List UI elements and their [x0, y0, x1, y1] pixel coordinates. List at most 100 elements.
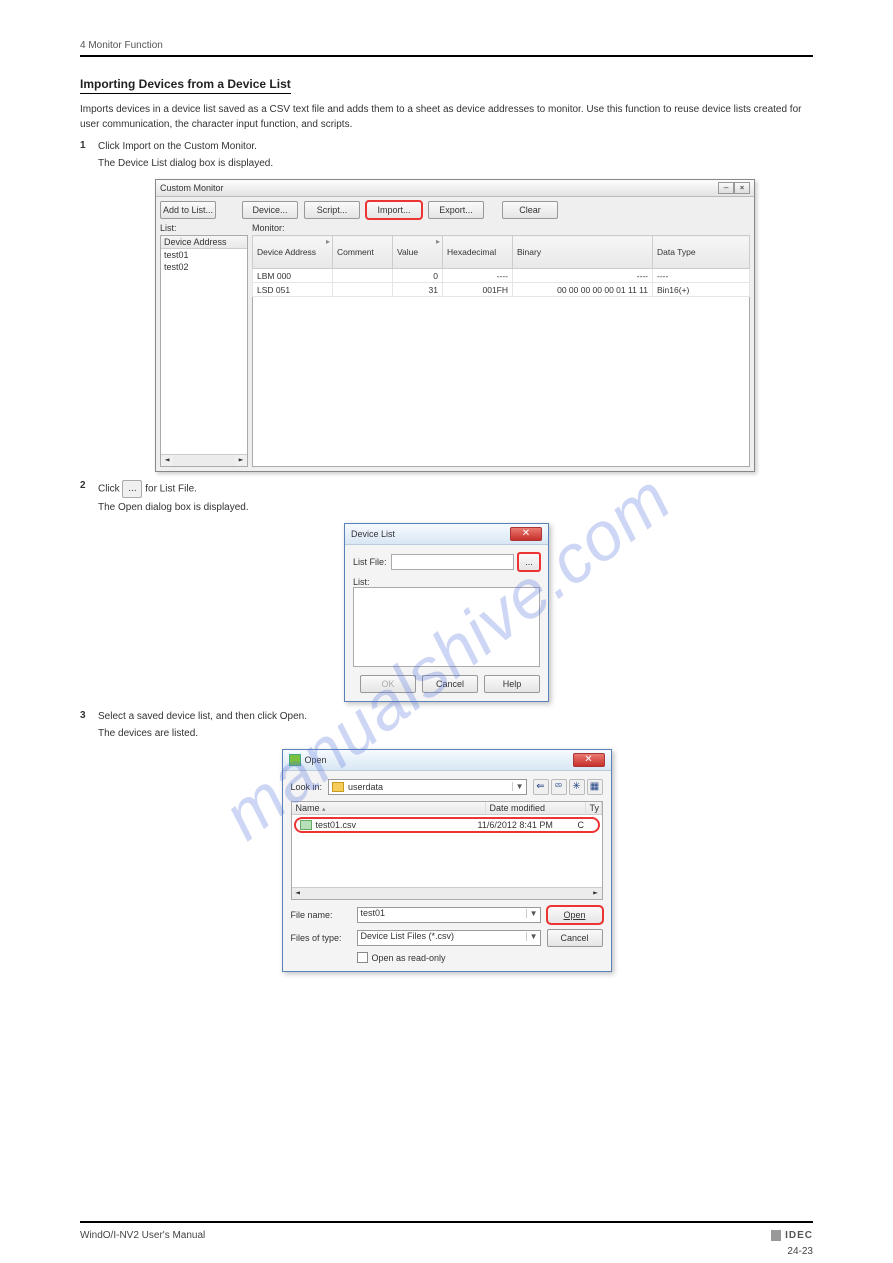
col-name[interactable]: Name ▴	[292, 802, 486, 814]
files-of-type-label: Files of type:	[291, 933, 351, 943]
files-of-type-dropdown[interactable]: Device List Files (*.csv) ▼	[357, 930, 541, 946]
device-list-box[interactable]	[353, 587, 540, 667]
col-hex[interactable]: Hexadecimal	[443, 236, 513, 269]
browse-button[interactable]: ...	[518, 553, 540, 571]
chapter-label: 4 Monitor Function	[80, 40, 163, 51]
page-number: 24-23	[787, 1246, 813, 1257]
open-dialog: Open ✕ Look in: userdata ▼ ⇐ ⮹ ✳ ▦	[282, 749, 612, 972]
scroll-right-icon[interactable]: ►	[235, 455, 247, 466]
minimize-button[interactable]: –	[718, 182, 734, 194]
read-only-checkbox[interactable]	[357, 952, 368, 963]
file-type: C	[578, 820, 594, 830]
folder-icon	[332, 782, 344, 792]
device-button[interactable]: Device...	[242, 201, 298, 219]
file-name-label: File name:	[291, 910, 351, 920]
custom-monitor-titlebar[interactable]: Custom Monitor – ×	[156, 180, 754, 197]
col-date-modified[interactable]: Date modified	[486, 802, 586, 814]
close-button[interactable]: ✕	[573, 753, 605, 767]
help-button[interactable]: Help	[484, 675, 540, 693]
device-list-titlebar[interactable]: Device List ✕	[345, 524, 548, 545]
col-type[interactable]: Data Type	[653, 236, 750, 269]
list-item[interactable]: test02	[161, 261, 247, 273]
browse-icon: ...	[122, 480, 142, 498]
open-dialog-icon	[289, 754, 301, 766]
step-3-num: 3	[80, 710, 98, 724]
open-titlebar[interactable]: Open ✕	[283, 750, 611, 771]
close-button[interactable]: ×	[734, 182, 750, 194]
cell-value[interactable]: 31	[393, 283, 443, 297]
step-3-sub: The devices are listed.	[98, 728, 813, 739]
read-only-label: Open as read-only	[372, 953, 446, 963]
cell-hex[interactable]: ----	[443, 269, 513, 283]
cell-bin[interactable]: 00 00 00 00 00 01 11 11	[513, 283, 653, 297]
device-list-dialog: Device List ✕ List File: ... List: OK Ca…	[344, 523, 549, 702]
file-row[interactable]: test01.csv 11/6/2012 8:41 PM C	[294, 817, 600, 833]
file-scrollbar[interactable]: ◄ ►	[292, 887, 602, 899]
col-device-address[interactable]: Device Address▸	[253, 236, 333, 269]
look-in-value: userdata	[348, 782, 383, 792]
device-list-title: Device List	[351, 529, 395, 539]
col-comment[interactable]: Comment	[333, 236, 393, 269]
col-type[interactable]: Ty	[586, 802, 602, 814]
cell-addr[interactable]: LBM 000	[253, 269, 333, 283]
list-file-label: List File:	[353, 557, 387, 567]
file-list-empty	[292, 835, 602, 887]
idec-logo: IDEC	[771, 1230, 813, 1241]
close-button[interactable]: ✕	[510, 527, 542, 541]
back-icon[interactable]: ⇐	[533, 779, 549, 795]
cell-type[interactable]: ----	[653, 269, 750, 283]
export-button[interactable]: Export...	[428, 201, 484, 219]
list-file-input[interactable]	[391, 554, 514, 570]
col-value[interactable]: Value▸	[393, 236, 443, 269]
step-2-text: Click ... for List File.	[98, 480, 197, 498]
chevron-down-icon: ▼	[512, 782, 524, 791]
chevron-down-icon: ▼	[526, 932, 538, 941]
list-sidebar[interactable]: Device Address test01 test02 ◄ ►	[160, 235, 248, 467]
cell-type[interactable]: Bin16(+)	[653, 283, 750, 297]
open-button[interactable]: Open	[547, 906, 603, 924]
view-menu-icon[interactable]: ▦	[587, 779, 603, 795]
cell-value[interactable]: 0	[393, 269, 443, 283]
custom-monitor-title: Custom Monitor	[160, 183, 224, 193]
script-button[interactable]: Script...	[304, 201, 360, 219]
list-header[interactable]: Device Address	[161, 236, 247, 249]
import-button[interactable]: Import...	[366, 201, 422, 219]
cell-comment[interactable]	[333, 269, 393, 283]
scroll-right-icon[interactable]: ►	[590, 888, 602, 899]
cancel-button[interactable]: Cancel	[422, 675, 478, 693]
file-date: 11/6/2012 8:41 PM	[478, 820, 578, 830]
file-name: test01.csv	[316, 820, 478, 830]
scroll-left-icon[interactable]: ◄	[292, 888, 304, 899]
list-label: List:	[353, 577, 540, 587]
list-label: List:	[160, 223, 248, 233]
custom-monitor-toolbar: Add to List... Device... Script... Impor…	[156, 197, 754, 223]
look-in-dropdown[interactable]: userdata ▼	[328, 779, 526, 795]
new-folder-icon[interactable]: ✳	[569, 779, 585, 795]
file-name-input[interactable]: test01 ▼	[357, 907, 541, 923]
monitor-table[interactable]: Device Address▸ Comment Value▸ Hexadecim…	[252, 235, 750, 467]
cell-addr[interactable]: LSD 051	[253, 283, 333, 297]
section-title: Importing Devices from a Device List	[80, 77, 291, 94]
file-icon	[300, 820, 312, 830]
cell-hex[interactable]: 001FH	[443, 283, 513, 297]
step-3-text: Select a saved device list, and then cli…	[98, 710, 307, 724]
header-rule	[80, 55, 813, 57]
up-folder-icon[interactable]: ⮹	[551, 779, 567, 795]
step-1-text: Click Import on the Custom Monitor.	[98, 140, 257, 154]
ok-button[interactable]: OK	[360, 675, 416, 693]
scroll-left-icon[interactable]: ◄	[161, 455, 173, 466]
add-to-list-button[interactable]: Add to List...	[160, 201, 216, 219]
custom-monitor-window: Custom Monitor – × Add to List... Device…	[155, 179, 755, 472]
step-1-num: 1	[80, 140, 98, 154]
monitor-label: Monitor:	[252, 223, 750, 233]
cell-comment[interactable]	[333, 283, 393, 297]
list-scrollbar[interactable]: ◄ ►	[161, 454, 247, 466]
footer-manual-title: WindO/I-NV2 User's Manual	[80, 1230, 205, 1241]
cell-bin[interactable]: ----	[513, 269, 653, 283]
clear-button[interactable]: Clear	[502, 201, 558, 219]
cancel-button[interactable]: Cancel	[547, 929, 603, 947]
col-bin[interactable]: Binary	[513, 236, 653, 269]
file-list[interactable]: Name ▴ Date modified Ty test01.csv 11/6/…	[291, 801, 603, 900]
step-2-sub: The Open dialog box is displayed.	[98, 502, 813, 513]
list-item[interactable]: test01	[161, 249, 247, 261]
